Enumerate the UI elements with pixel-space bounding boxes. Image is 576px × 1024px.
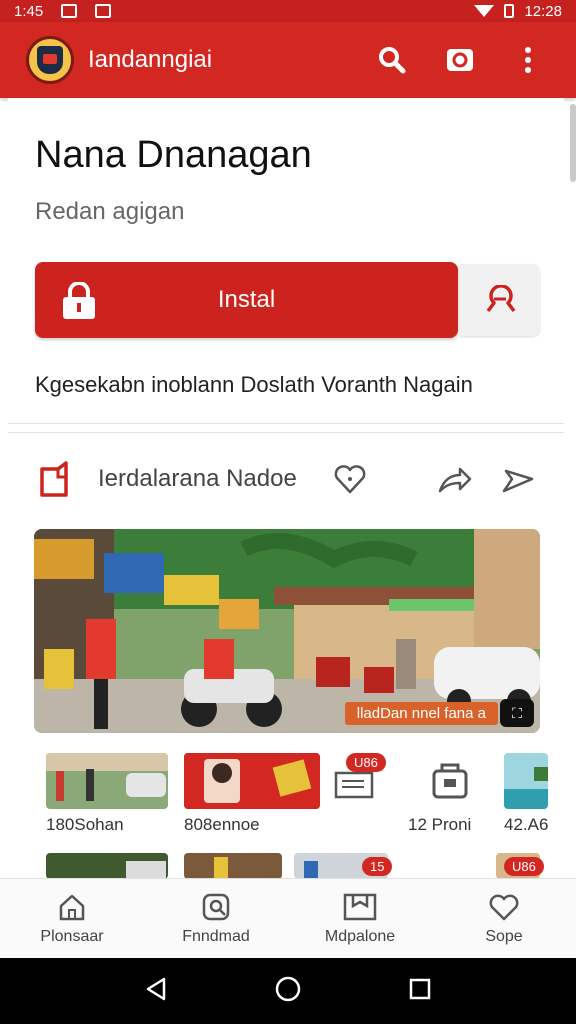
- thumbnail-label-1: 180Sohan: [46, 815, 124, 834]
- recents-icon[interactable]: [406, 975, 434, 1008]
- thumbnail-5[interactable]: [504, 753, 548, 809]
- nav-search[interactable]: Fnndmad: [144, 879, 288, 958]
- search-icon[interactable]: [370, 38, 414, 82]
- document-icon: [40, 461, 68, 497]
- thumbnail-3[interactable]: [332, 769, 382, 825]
- app-developer: Redan agigan: [35, 198, 185, 225]
- search-doc-icon: [202, 893, 230, 920]
- nav-home[interactable]: Plonsaar: [0, 879, 144, 958]
- notification-icon-2: [95, 4, 112, 18]
- nav-favorites[interactable]: Sope: [432, 879, 576, 958]
- home-button-icon[interactable]: [274, 975, 302, 1008]
- nav-search-label: Fnndmad: [182, 927, 250, 945]
- favorite-icon[interactable]: [332, 461, 368, 502]
- heart-icon: [489, 894, 519, 920]
- install-button[interactable]: Instal: [35, 262, 458, 338]
- row2-badge-2: U86: [504, 857, 544, 876]
- share-icon[interactable]: [436, 461, 472, 502]
- app-details-card: Nana Dnanagan Redan agigan Instal Kgesek…: [8, 98, 564, 424]
- receipt-icon: [334, 771, 374, 799]
- camera-icon[interactable]: [438, 38, 482, 82]
- scrollbar[interactable]: [570, 104, 576, 182]
- library-icon: [343, 893, 377, 920]
- wishlist-button[interactable]: [460, 264, 540, 336]
- expand-icon[interactable]: ⛶: [500, 699, 534, 727]
- status-time: 1:45: [14, 2, 44, 20]
- bottom-nav: Plonsaar Fnndmad Mdpalone Sope: [0, 878, 576, 958]
- bookmark-icon: [486, 285, 516, 313]
- status-bar: 1:45 12:28: [0, 0, 576, 22]
- nav-library-label: Mdpalone: [324, 927, 396, 945]
- thumbnail-label-5: 42.A6: [504, 815, 549, 834]
- row2-badge-1: 15: [362, 857, 393, 876]
- nav-home-label: Plonsaar: [40, 927, 104, 945]
- thumbnail-1[interactable]: [46, 753, 168, 809]
- thumbnail-row2-1[interactable]: [46, 853, 168, 879]
- wifi-icon: [474, 5, 495, 17]
- system-nav-bar: [0, 958, 576, 1024]
- send-icon[interactable]: [500, 461, 536, 502]
- app-title: Iandanngiai: [88, 46, 213, 73]
- home-icon: [59, 894, 85, 920]
- app-logo[interactable]: [26, 36, 74, 84]
- more-options-icon[interactable]: [506, 38, 550, 82]
- app-name: Nana Dnanagan: [35, 134, 312, 176]
- section-header: Ierdalarana Nadoe: [38, 459, 538, 499]
- media-section-card: Ierdalarana Nadoe lladDan nnel fana a ⛶ …: [8, 432, 564, 880]
- section-title: Ierdalarana Nadoe: [98, 465, 297, 492]
- app-description: Kgesekabn inoblann Doslath Voranth Nagai…: [35, 372, 473, 397]
- back-icon[interactable]: [142, 975, 170, 1008]
- thumbnail-row: 180Sohan 808ennoe U86 12 Proni 42.A6: [46, 753, 556, 834]
- thumbnail-row2-2[interactable]: [184, 853, 282, 879]
- nav-library[interactable]: Mdpalone: [288, 879, 432, 958]
- bag-icon: [432, 763, 468, 799]
- battery-icon: [504, 4, 515, 18]
- thumbnail-badge: U86: [346, 753, 386, 772]
- app-bar: Iandanngiai: [0, 22, 576, 98]
- install-label: Instal: [217, 286, 276, 313]
- thumbnail-2[interactable]: [184, 753, 320, 809]
- notification-icon: [61, 4, 78, 18]
- lock-icon: [61, 281, 97, 327]
- nav-favorites-label: Sope: [485, 927, 523, 945]
- thumbnail-4[interactable]: [428, 759, 472, 815]
- thumbnail-label-4: 12 Proni: [408, 815, 472, 834]
- hero-caption: lladDan nnel fana a: [344, 702, 498, 725]
- thumbnail-label-2: 808ennoe: [184, 815, 260, 834]
- hero-image[interactable]: lladDan nnel fana a ⛶: [34, 529, 540, 733]
- status-clock: 12:28: [524, 2, 562, 20]
